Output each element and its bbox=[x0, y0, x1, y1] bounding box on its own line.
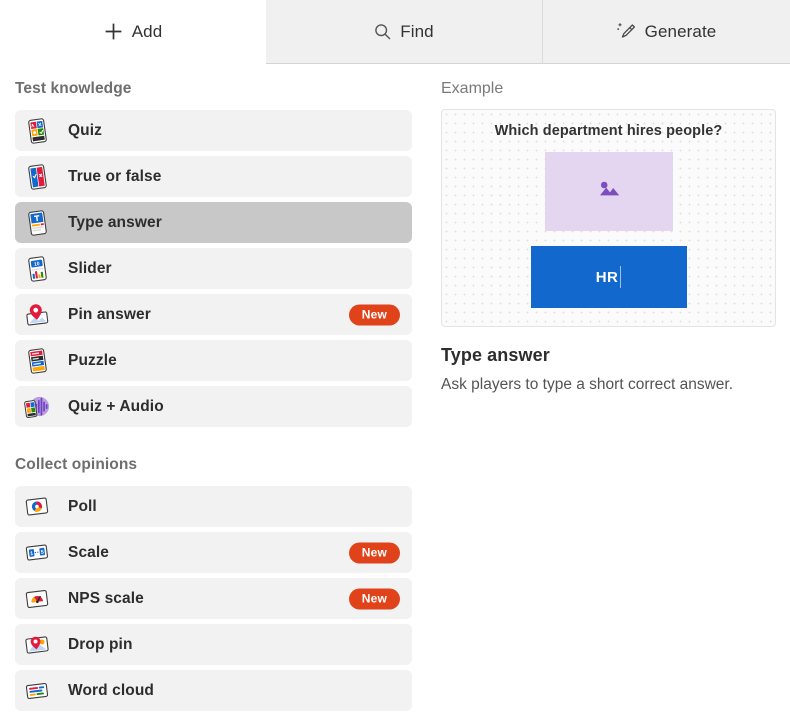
content-area: Test knowledge Quiz True or false Type a… bbox=[0, 64, 790, 716]
text-cursor bbox=[620, 266, 622, 288]
poll-icon bbox=[15, 495, 59, 519]
list-item-drop-pin[interactable]: Drop pin bbox=[15, 624, 412, 665]
list-item-word-cloud[interactable]: Word cloud bbox=[15, 670, 412, 711]
example-card: Which department hires people? HR bbox=[441, 109, 776, 327]
list-item-quiz-audio[interactable]: Quiz + Audio bbox=[15, 386, 412, 427]
tab-add-label: Add bbox=[131, 22, 163, 41]
plus-icon bbox=[104, 22, 123, 41]
list-item-poll[interactable]: Poll bbox=[15, 486, 412, 527]
detail-description: Ask players to type a short correct answ… bbox=[441, 376, 734, 393]
list-item-label: Poll bbox=[68, 497, 97, 515]
status-badge: New bbox=[348, 304, 400, 325]
quiz-audio-icon bbox=[15, 393, 59, 421]
list-item-label: Scale bbox=[68, 543, 110, 561]
true-false-card-icon bbox=[15, 163, 59, 191]
list-item-label: Drop pin bbox=[68, 635, 133, 653]
list-item-slider[interactable]: 10 Slider bbox=[15, 248, 412, 289]
list-item-type-answer[interactable]: Type answer bbox=[15, 202, 412, 243]
list-item-label: True or false bbox=[68, 167, 162, 185]
word-cloud-icon bbox=[15, 679, 59, 703]
list-item-label: Type answer bbox=[68, 213, 162, 231]
tab-generate[interactable]: Generate bbox=[543, 0, 790, 64]
svg-text:10: 10 bbox=[33, 261, 40, 268]
search-icon bbox=[374, 23, 391, 40]
tab-generate-label: Generate bbox=[644, 22, 717, 41]
list-item-label: Quiz + Audio bbox=[68, 397, 164, 415]
magic-pencil-icon bbox=[616, 22, 636, 41]
puzzle-card-icon bbox=[15, 347, 59, 375]
section-title-test-knowledge: Test knowledge bbox=[15, 80, 132, 97]
list-item-pin-answer[interactable]: Pin answer New bbox=[15, 294, 412, 335]
list-item-quiz[interactable]: Quiz bbox=[15, 110, 412, 151]
list-item-puzzle[interactable]: Puzzle bbox=[15, 340, 412, 381]
status-badge: New bbox=[348, 542, 400, 563]
tab-find[interactable]: Find bbox=[266, 0, 543, 64]
image-placeholder bbox=[544, 152, 673, 231]
list-item-true-or-false[interactable]: True or false bbox=[15, 156, 412, 197]
section-title-collect-opinions: Collect opinions bbox=[15, 456, 138, 473]
preview-panel: Example Which department hires people? H… bbox=[441, 80, 790, 716]
scale-icon: 1 5 bbox=[15, 541, 59, 565]
tab-find-label: Find bbox=[400, 22, 434, 41]
list-item-scale[interactable]: 1 5 Scale New bbox=[15, 532, 412, 573]
example-answer-button[interactable]: HR bbox=[530, 246, 687, 308]
example-question: Which department hires people? bbox=[494, 123, 723, 139]
pin-answer-icon bbox=[15, 302, 59, 328]
quiz-card-icon bbox=[15, 117, 59, 145]
mode-tab-bar: Add Find Generate bbox=[0, 0, 790, 64]
type-answer-card-icon bbox=[15, 209, 59, 237]
list-item-label: Slider bbox=[68, 259, 112, 277]
slider-card-icon: 10 bbox=[15, 255, 59, 283]
tab-add[interactable]: Add bbox=[0, 0, 266, 64]
example-answer-text: HR bbox=[595, 268, 619, 286]
status-badge: New bbox=[348, 588, 400, 609]
example-label: Example bbox=[441, 80, 504, 97]
list-item-nps-scale[interactable]: NPS scale New bbox=[15, 578, 412, 619]
list-item-label: Quiz bbox=[68, 121, 102, 139]
image-placeholder-icon bbox=[594, 177, 624, 206]
list-item-label: Word cloud bbox=[68, 681, 154, 699]
nps-scale-icon bbox=[15, 587, 59, 611]
drop-pin-icon bbox=[15, 633, 59, 657]
list-item-label: NPS scale bbox=[68, 589, 144, 607]
list-item-label: Puzzle bbox=[68, 351, 117, 369]
detail-title: Type answer bbox=[441, 345, 550, 365]
question-type-list: Test knowledge Quiz True or false Type a… bbox=[0, 80, 441, 716]
list-item-label: Pin answer bbox=[68, 305, 151, 323]
